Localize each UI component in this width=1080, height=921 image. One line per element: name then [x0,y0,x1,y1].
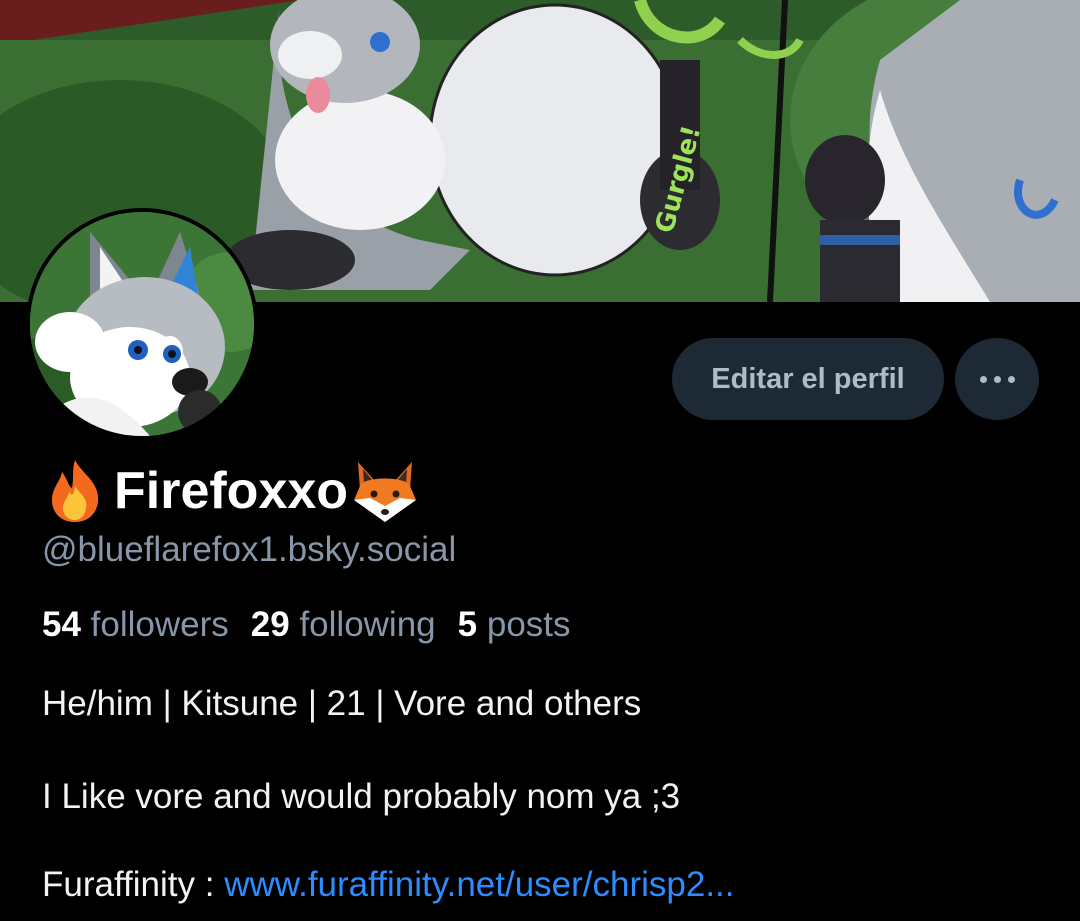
fire-emoji-icon [42,458,108,524]
display-name: Firefoxxo [42,455,420,527]
followers-label: followers [90,605,229,644]
posts-count: 5 [457,605,478,644]
bio-line-1: He/him | Kitsune | 21 | Vore and others [42,684,642,723]
following-label: following [299,605,436,644]
bio-line-3: Furaffinity : www.furaffinity.net/user/c… [42,865,735,905]
posts-stat: 5 posts [458,605,571,645]
profile-avatar[interactable] [26,208,258,440]
posts-label: posts [486,605,571,644]
display-name-text: Firefoxxo [114,462,349,520]
edit-profile-button[interactable]: Editar el perfil [672,338,944,420]
following-stat[interactable]: 29 following [251,605,436,645]
followers-count: 54 [42,605,81,644]
following-count: 29 [250,605,290,644]
bio-line-2: I Like vore and would probably nom ya ;3 [42,777,681,816]
avatar-image [30,212,254,436]
profile-stats: 54 followers 29 following 5 posts [42,605,593,645]
profile-screen: Gurgle! Editar el perfil Firefoxxo @blue… [0,0,1080,921]
ellipsis-icon [1007,375,1015,383]
more-options-button[interactable] [955,338,1039,420]
fox-emoji-icon [350,456,420,526]
edit-profile-label: Editar el perfil [711,362,905,395]
followers-stat[interactable]: 54 followers [42,605,229,645]
ellipsis-icon [993,375,1001,383]
furaffinity-link[interactable]: www.furaffinity.net/user/chrisp2... [224,865,734,904]
bio-link-prefix: Furaffinity : [42,865,225,904]
profile-handle: @blueflarefox1.bsky.social [42,530,457,569]
ellipsis-icon [979,375,987,383]
